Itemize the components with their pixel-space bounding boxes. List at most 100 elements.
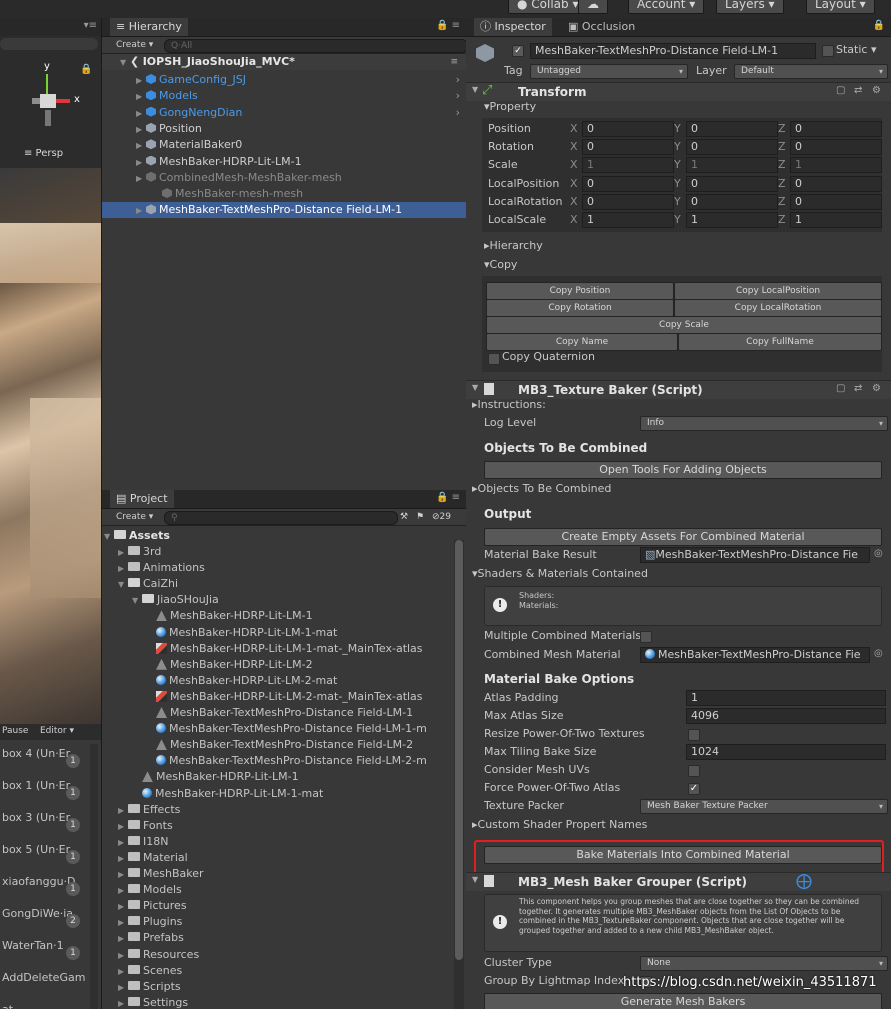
resize-pot-checkbox[interactable] (688, 729, 700, 741)
copy-fullname-button[interactable]: Copy FullName (678, 333, 882, 351)
scene-root-row[interactable]: ▼ ❮ IOPSH_JiaoShouJia_MVC* ≡ (102, 54, 466, 70)
expand-arrow-icon[interactable]: ▶ (136, 89, 146, 105)
transform-y-field[interactable]: 0 (686, 175, 778, 192)
project-row[interactable]: MeshBaker-HDRP-Lit-LM-2 (104, 657, 313, 673)
project-row[interactable]: ▶ Settings (104, 995, 188, 1009)
hierarchy-foldout[interactable]: ▸Hierarchy (484, 239, 543, 252)
project-row[interactable]: ▶ I18N (104, 834, 168, 850)
project-row[interactable]: ▶ Models (104, 882, 182, 898)
help-icon[interactable]: ▢ (836, 383, 845, 394)
tab-hierarchy[interactable]: ≡ Hierarchy (110, 18, 188, 36)
multiple-combined-checkbox[interactable] (640, 631, 652, 643)
transform-y-field[interactable]: 1 (686, 212, 778, 228)
transform-z-field[interactable]: 1 (790, 212, 882, 228)
layer-dropdown[interactable]: Default ▾ (734, 64, 888, 79)
project-search-input[interactable]: ⚲ (164, 511, 398, 525)
project-row[interactable]: MeshBaker-TextMeshPro-Distance Field-LM-… (104, 737, 413, 753)
expand-arrow-icon[interactable]: ▼ (132, 593, 142, 609)
expand-arrow-icon[interactable]: ▼ (472, 85, 478, 94)
expand-arrow-icon[interactable]: ▶ (118, 948, 128, 964)
active-checkbox[interactable]: ✓ (512, 45, 524, 57)
project-row[interactable]: ▶ Prefabs (104, 930, 184, 946)
shaders-foldout[interactable]: ▾Shaders & Materials Contained (472, 567, 648, 580)
panel-menu-icon[interactable]: 🔒 ≡ (436, 492, 460, 503)
transform-x-field[interactable]: 0 (582, 193, 674, 210)
force-pot-checkbox[interactable]: ✓ (688, 783, 700, 795)
assets-root-row[interactable]: ▼ Assets (104, 528, 170, 544)
expand-arrow-icon[interactable]: ▼ (472, 875, 478, 884)
hierarchy-row[interactable]: ▶ Models › (102, 88, 466, 104)
lower-left-item[interactable]: xiaofanggu·D 1 (2, 874, 80, 896)
expand-arrow-icon[interactable]: ▶ (136, 171, 146, 187)
copy-position-button[interactable]: Copy Position (486, 282, 674, 300)
lower-left-item[interactable]: GongDiWe·ia 2 (2, 906, 80, 928)
project-row[interactable]: MeshBaker-HDRP-Lit-LM-2-mat-_MainTex-atl… (104, 689, 423, 705)
hidden-count[interactable]: ⊘29 (428, 511, 455, 523)
prefab-open-icon[interactable]: › (456, 72, 460, 88)
expand-arrow-icon[interactable]: ▼ (118, 577, 128, 593)
generate-mesh-bakers-button[interactable]: Generate Mesh Bakers (484, 993, 882, 1009)
expand-arrow-icon[interactable]: ▶ (118, 545, 128, 561)
preset-icon[interactable]: ⇄ (854, 383, 862, 394)
lower-left-item[interactable]: box 3 (Un·Er 1 (2, 810, 80, 832)
project-row[interactable]: MeshBaker-HDRP-Lit-LM-2-mat (104, 673, 337, 689)
project-row[interactable]: ▶ Scenes (104, 963, 182, 979)
transform-z-field[interactable]: 1 (790, 157, 882, 174)
objects-foldout[interactable]: ▸Objects To Be Combined (472, 482, 611, 495)
expand-arrow-icon[interactable]: ▼ (120, 55, 130, 71)
project-row[interactable]: MeshBaker-HDRP-Lit-LM-1-mat (104, 625, 337, 641)
expand-arrow-icon[interactable]: ▶ (118, 964, 128, 980)
project-row[interactable]: ▼ CaiZhi (104, 576, 178, 592)
expand-arrow-icon[interactable]: ▶ (118, 980, 128, 996)
account-button[interactable]: Account ▾ (628, 0, 705, 14)
static-dropdown[interactable]: Static ▾ (836, 43, 876, 56)
copy-localposition-button[interactable]: Copy LocalPosition (674, 282, 882, 300)
lock-icon[interactable]: 🔒 (80, 64, 92, 75)
editor-dropdown[interactable]: Editor ▾ (40, 726, 74, 736)
expand-arrow-icon[interactable]: ▶ (118, 819, 128, 835)
tab-inspector[interactable]: ⓘ Inspector (474, 18, 552, 36)
scene-menu-icon[interactable]: ≡ (450, 54, 458, 70)
project-row[interactable]: ▶ MeshBaker (104, 866, 204, 882)
bake-materials-button[interactable]: Bake Materials Into Combined Material (484, 846, 882, 864)
help-icon[interactable]: ▢ (836, 85, 845, 96)
lower-left-scrollbar[interactable] (90, 744, 98, 1009)
project-row[interactable]: MeshBaker-HDRP-Lit-LM-1-mat (104, 786, 323, 802)
panel-menu-icon[interactable]: ▾≡ (84, 20, 97, 31)
copy-foldout[interactable]: ▾Copy (484, 258, 517, 271)
project-create-button[interactable]: Create ▾ (112, 511, 157, 523)
scene-search[interactable] (0, 38, 98, 50)
bake-result-field[interactable]: ▧MeshBaker-TextMeshPro-Distance Fie (640, 547, 870, 563)
project-row[interactable]: MeshBaker-HDRP-Lit-LM-1-mat-_MainTex-atl… (104, 641, 423, 657)
grouper-header[interactable]: ▼ MB3_Mesh Baker Grouper (Script) ⨁ (466, 871, 891, 891)
hierarchy-row[interactable]: ▶ GameConfig_JSJ › (102, 72, 466, 88)
expand-arrow-icon[interactable]: ▶ (136, 203, 146, 219)
filter-type-icon[interactable]: ⚒ (396, 511, 412, 523)
hierarchy-search-input[interactable]: Q·All (164, 39, 468, 53)
hierarchy-row[interactable]: ▶ MeshBaker-TextMeshPro-Distance Field-LM… (102, 202, 466, 219)
project-row[interactable]: ▶ 3rd (104, 544, 161, 560)
transform-x-field[interactable]: 0 (582, 121, 674, 137)
project-row[interactable]: ▼ JiaoSHouJia (104, 592, 219, 608)
project-row[interactable]: ▶ Material (104, 850, 188, 866)
lower-left-item[interactable]: AddDeleteGam (2, 970, 85, 986)
hierarchy-row[interactable]: ▶ Position (102, 121, 466, 137)
transform-header[interactable]: ▼ ⤢ Transform ▢ ⇄ ⚙ (466, 82, 891, 101)
transform-z-field[interactable]: 0 (790, 193, 882, 210)
transform-y-field[interactable]: 0 (686, 139, 778, 156)
lower-left-item[interactable]: box 1 (Un·Er 1 (2, 778, 80, 800)
crosshair-icon[interactable]: ⨁ (796, 871, 812, 890)
transform-z-field[interactable]: 0 (790, 175, 882, 192)
panel-menu-icon[interactable]: 🔒 (873, 20, 885, 31)
max-tiling-field[interactable]: 1024 (686, 744, 886, 760)
expand-arrow-icon[interactable]: ▶ (136, 138, 146, 154)
hierarchy-row[interactable]: ▶ CombinedMesh-MeshBaker-mesh (102, 170, 466, 186)
expand-arrow-icon[interactable]: ▶ (118, 996, 128, 1009)
scene-gizmo[interactable]: y x (32, 61, 80, 130)
transform-z-field[interactable]: 0 (790, 121, 882, 137)
expand-arrow-icon[interactable]: ▶ (118, 561, 128, 577)
expand-arrow-icon[interactable]: ▶ (136, 73, 146, 89)
project-row[interactable]: ▶ Effects (104, 802, 180, 818)
tab-project[interactable]: ▤ Project (110, 490, 174, 508)
copy-localrotation-button[interactable]: Copy LocalRotation (674, 299, 882, 317)
